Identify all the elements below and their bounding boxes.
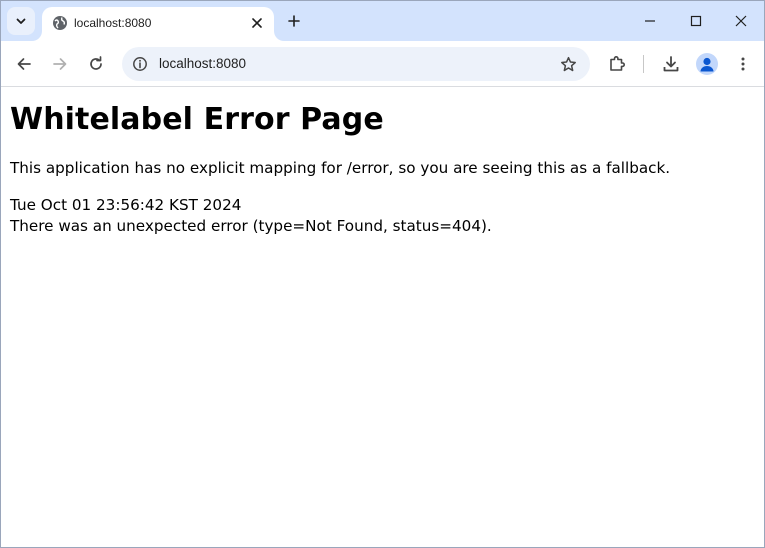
info-icon — [133, 57, 147, 71]
bookmark-button[interactable] — [558, 54, 578, 74]
tab-localhost[interactable]: localhost:8080 — [42, 7, 274, 41]
download-icon — [663, 56, 679, 72]
profile-icon — [700, 57, 714, 72]
address-bar[interactable]: localhost:8080 — [122, 47, 590, 81]
minimize-button[interactable] — [627, 1, 673, 41]
minimize-icon — [645, 20, 655, 22]
window-close-button[interactable] — [718, 1, 764, 41]
maximize-icon — [690, 15, 702, 27]
address-bar-url[interactable]: localhost:8080 — [159, 56, 246, 72]
back-arrow-icon — [17, 58, 31, 70]
new-tab-button[interactable] — [283, 10, 305, 32]
profile-button[interactable] — [696, 53, 718, 75]
close-icon — [252, 18, 262, 28]
extensions-button[interactable] — [603, 50, 631, 78]
reload-icon — [90, 56, 102, 70]
page-title: Whitelabel Error Page — [10, 102, 384, 137]
tab-search-button[interactable] — [7, 7, 35, 35]
error-detail: There was an unexpected error (type=Not … — [10, 217, 492, 235]
star-icon — [560, 56, 576, 71]
plus-icon — [288, 15, 300, 27]
downloads-button[interactable] — [657, 50, 685, 78]
page-content: Whitelabel Error Page This application h… — [10, 88, 755, 237]
maximize-button[interactable] — [673, 1, 719, 41]
browser-window: localhost:8080 localhost:8080 Whitelabel… — [0, 0, 765, 548]
menu-button[interactable] — [729, 50, 757, 78]
tab-strip: localhost:8080 — [1, 1, 764, 41]
forward-button[interactable] — [46, 50, 74, 78]
tab-title: localhost:8080 — [74, 16, 152, 30]
extensions-icon — [610, 56, 625, 71]
error-timestamp: Tue Oct 01 23:56:42 KST 2024 — [10, 196, 242, 214]
chevron-down-icon — [16, 18, 26, 24]
close-icon — [735, 15, 747, 27]
browser-toolbar: localhost:8080 — [1, 41, 764, 87]
reload-button[interactable] — [82, 50, 110, 78]
tab-close-button[interactable] — [248, 14, 266, 32]
more-vert-icon — [741, 57, 745, 71]
globe-icon — [53, 16, 67, 30]
back-button[interactable] — [10, 50, 38, 78]
error-message: This application has no explicit mapping… — [10, 159, 671, 177]
forward-arrow-icon — [53, 58, 67, 70]
site-info-button[interactable] — [130, 54, 150, 74]
toolbar-separator — [643, 55, 644, 73]
